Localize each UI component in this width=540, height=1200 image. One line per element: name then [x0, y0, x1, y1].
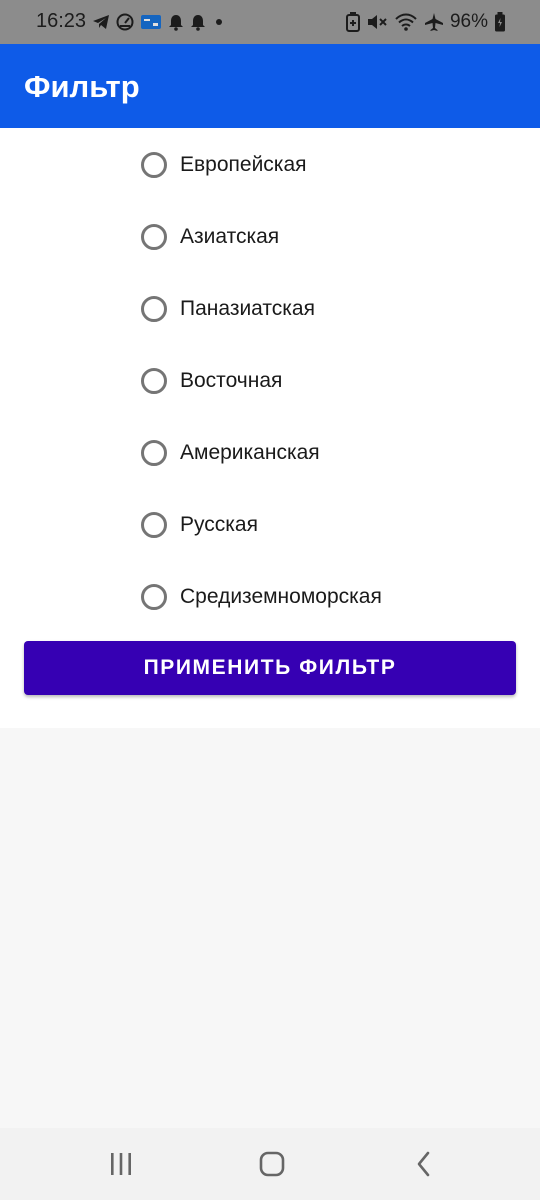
recents-button[interactable]: [91, 1144, 151, 1184]
bell-icon: [169, 15, 183, 31]
radio-button-icon[interactable]: [141, 152, 167, 178]
radio-option-label: Американская: [180, 441, 320, 464]
speedometer-icon: [116, 13, 134, 31]
navigation-bar: [0, 1128, 540, 1200]
radio-option-european[interactable]: Европейская: [140, 147, 307, 183]
back-icon: [417, 1151, 430, 1177]
dot-icon: [216, 19, 222, 25]
mute-icon: [367, 15, 387, 29]
radio-option-label: Восточная: [180, 369, 283, 392]
card-icon: [141, 15, 161, 29]
back-button[interactable]: [394, 1144, 454, 1184]
radio-option-label: Средиземноморская: [180, 585, 382, 608]
page-title: Фильтр: [24, 69, 140, 104]
radio-button-icon[interactable]: [141, 440, 167, 466]
battery-percent: 96%: [449, 11, 488, 32]
notification-icons: [92, 11, 226, 33]
battery-icon: [495, 12, 505, 32]
battery-saver-icon: [345, 12, 360, 32]
status-bar: 16:23 96%: [0, 0, 540, 44]
radio-option-pan-asian[interactable]: Паназиатская: [140, 291, 315, 327]
radio-option-label: Паназиатская: [180, 297, 315, 320]
radio-option-label: Азиатская: [180, 225, 280, 248]
bell-icon: [191, 15, 205, 31]
home-icon: [259, 1151, 285, 1177]
radio-button-icon[interactable]: [141, 512, 167, 538]
radio-button-icon[interactable]: [141, 584, 167, 610]
radio-option-label: Европейская: [180, 153, 307, 176]
system-icons: 96%: [345, 10, 506, 34]
filter-content: Европейская Азиатская Паназиатская Восто…: [0, 128, 540, 728]
app-bar: Фильтр: [0, 44, 540, 128]
airplane-icon: [424, 13, 443, 31]
status-time: 16:23: [36, 10, 87, 32]
radio-option-asian[interactable]: Азиатская: [140, 219, 279, 255]
telegram-icon: [93, 15, 109, 29]
radio-button-icon[interactable]: [141, 296, 167, 322]
radio-button-icon[interactable]: [141, 224, 167, 250]
radio-option-american[interactable]: Американская: [140, 435, 320, 471]
radio-button-icon[interactable]: [141, 368, 167, 394]
apply-filter-button[interactable]: ПРИМЕНИТЬ ФИЛЬТР: [24, 641, 516, 695]
home-button[interactable]: [242, 1144, 302, 1184]
radio-option-mediterranean[interactable]: Средиземноморская: [140, 579, 382, 615]
radio-option-eastern[interactable]: Восточная: [140, 363, 282, 399]
radio-option-label: Русская: [180, 513, 258, 536]
radio-option-russian[interactable]: Русская: [140, 507, 258, 543]
recents-icon: [111, 1153, 131, 1175]
wifi-icon: [395, 13, 417, 31]
